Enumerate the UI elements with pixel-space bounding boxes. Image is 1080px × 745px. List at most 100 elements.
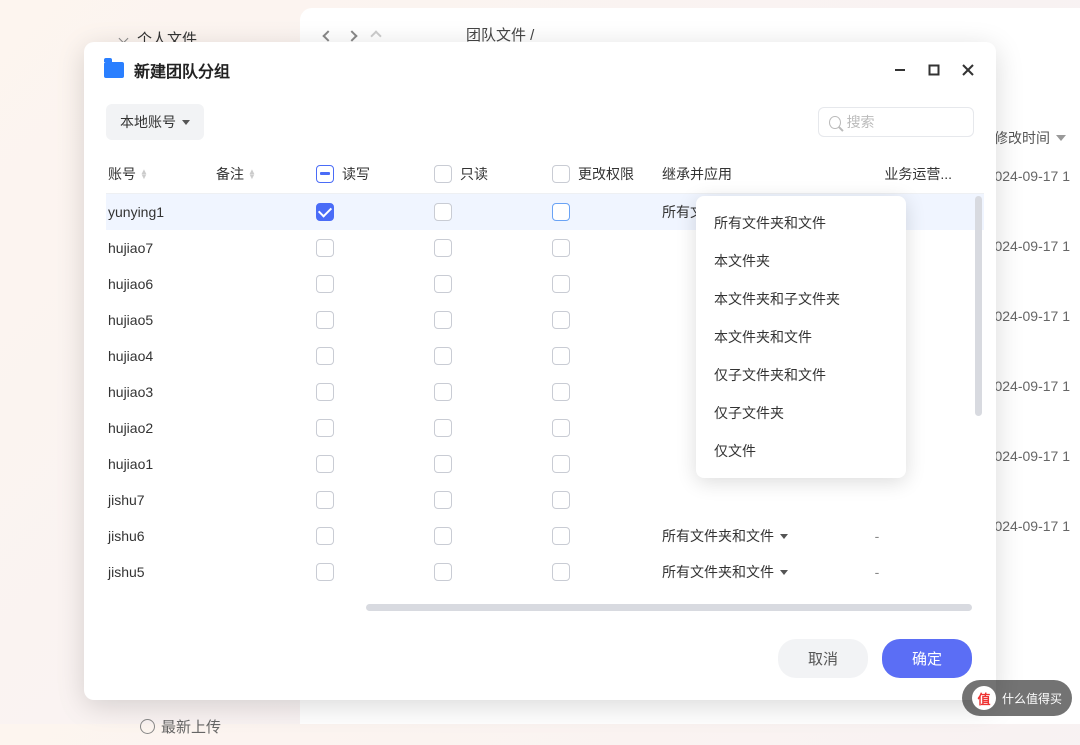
cell-business: - xyxy=(818,564,984,580)
column-label: 读写 xyxy=(342,164,370,184)
column-label: 只读 xyxy=(460,164,488,184)
column-header-read-write[interactable]: 读写 xyxy=(316,164,434,184)
minimize-button[interactable] xyxy=(892,62,908,78)
checkbox-chg[interactable] xyxy=(552,311,570,329)
checkbox-rw[interactable] xyxy=(316,383,334,401)
checkbox-ro[interactable] xyxy=(434,455,452,473)
arrow-left-icon xyxy=(322,30,333,41)
column-modified-time[interactable]: 修改时间 xyxy=(994,128,1066,148)
checkbox-rw[interactable] xyxy=(316,491,334,509)
column-label: 修改时间 xyxy=(994,128,1050,148)
checkbox-rw[interactable] xyxy=(316,239,334,257)
cell-inherit[interactable]: 所有文件夹和文件 xyxy=(646,562,818,582)
horizontal-scrollbar[interactable] xyxy=(366,604,972,611)
cell-business: - xyxy=(818,528,984,544)
checkbox-ro[interactable] xyxy=(434,491,452,509)
cancel-button[interactable]: 取消 xyxy=(778,639,868,678)
checkbox-ro[interactable] xyxy=(434,275,452,293)
inherit-value[interactable]: 所有文件夹和文件 xyxy=(662,526,774,546)
sidebar-item-recent-upload[interactable]: 最新上传 xyxy=(0,708,300,745)
column-header-account[interactable]: 账号 ▲▼ xyxy=(106,164,216,184)
watermark-icon: 值 xyxy=(972,686,996,710)
checkbox-chg[interactable] xyxy=(552,275,570,293)
cell-account: hujiao2 xyxy=(106,420,216,436)
modal-toolbar: 本地账号 xyxy=(84,96,996,154)
checkbox-chg[interactable] xyxy=(552,347,570,365)
checkbox-rw[interactable] xyxy=(316,275,334,293)
watermark: 值 什么值得买 xyxy=(962,680,1072,716)
checkbox-all-chg[interactable] xyxy=(552,165,570,183)
checkbox-chg[interactable] xyxy=(552,527,570,545)
checkbox-chg[interactable] xyxy=(552,563,570,581)
checkbox-all-ro[interactable] xyxy=(434,165,452,183)
column-header-change-perm[interactable]: 更改权限 xyxy=(552,164,646,184)
inherit-dropdown-menu: 所有文件夹和文件本文件夹本文件夹和子文件夹本文件夹和文件仅子文件夹和文件仅子文件… xyxy=(696,196,906,478)
caret-down-icon xyxy=(780,534,788,539)
checkbox-chg[interactable] xyxy=(552,383,570,401)
dropdown-item[interactable]: 本文件夹 xyxy=(696,242,906,280)
checkbox-ro[interactable] xyxy=(434,239,452,257)
ok-button[interactable]: 确定 xyxy=(882,639,972,678)
checkbox-rw[interactable] xyxy=(316,527,334,545)
search-icon xyxy=(829,116,841,129)
maximize-button[interactable] xyxy=(926,62,942,78)
inherit-value[interactable]: 所有文件夹和文件 xyxy=(662,562,774,582)
checkbox-ro[interactable] xyxy=(434,419,452,437)
checkbox-chg[interactable] xyxy=(552,491,570,509)
upload-icon xyxy=(140,719,155,734)
table-row[interactable]: jishu7 xyxy=(106,482,984,518)
file-date: 2024-09-17 1 xyxy=(987,448,1070,464)
search-box[interactable] xyxy=(818,107,974,137)
dropdown-item[interactable]: 所有文件夹和文件 xyxy=(696,204,906,242)
checkbox-ro[interactable] xyxy=(434,203,452,221)
column-label: 更改权限 xyxy=(578,164,634,184)
arrow-up-icon xyxy=(370,30,381,41)
account-type-dropdown[interactable]: 本地账号 xyxy=(106,104,204,140)
dropdown-item[interactable]: 仅文件 xyxy=(696,432,906,470)
file-date: 2024-09-17 1 xyxy=(987,238,1070,254)
search-input[interactable] xyxy=(847,114,963,130)
checkbox-rw[interactable] xyxy=(316,455,334,473)
cell-account: hujiao7 xyxy=(106,240,216,256)
dropdown-item[interactable]: 本文件夹和文件 xyxy=(696,318,906,356)
checkbox-chg[interactable] xyxy=(552,203,570,221)
checkbox-all-rw[interactable] xyxy=(316,165,334,183)
checkbox-chg[interactable] xyxy=(552,419,570,437)
modal-title: 新建团队分组 xyxy=(134,58,882,82)
column-header-inherit: 继承并应用 xyxy=(646,164,818,184)
sort-icon: ▲▼ xyxy=(140,169,148,179)
column-label: 账号 xyxy=(108,164,136,184)
column-header-remark[interactable]: 备注 ▲▼ xyxy=(216,164,316,184)
cell-account: jishu6 xyxy=(106,528,216,544)
checkbox-rw[interactable] xyxy=(316,203,334,221)
table-row[interactable]: jishu6 所有文件夹和文件 - xyxy=(106,518,984,554)
cell-account: hujiao4 xyxy=(106,348,216,364)
checkbox-chg[interactable] xyxy=(552,455,570,473)
bg-file-dates: 2024-09-17 1 2024-09-17 1 2024-09-17 1 2… xyxy=(987,168,1070,534)
table-row[interactable]: jishu5 所有文件夹和文件 - xyxy=(106,554,984,590)
column-label: 备注 xyxy=(216,164,244,184)
close-button[interactable] xyxy=(960,62,976,78)
checkbox-rw[interactable] xyxy=(316,347,334,365)
cell-account: hujiao6 xyxy=(106,276,216,292)
checkbox-ro[interactable] xyxy=(434,563,452,581)
checkbox-ro[interactable] xyxy=(434,311,452,329)
checkbox-chg[interactable] xyxy=(552,239,570,257)
checkbox-ro[interactable] xyxy=(434,527,452,545)
cell-inherit[interactable]: 所有文件夹和文件 xyxy=(646,526,818,546)
checkbox-rw[interactable] xyxy=(316,419,334,437)
column-header-read-only[interactable]: 只读 xyxy=(434,164,552,184)
caret-down-icon xyxy=(182,120,190,125)
dropdown-item[interactable]: 仅子文件夹和文件 xyxy=(696,356,906,394)
dropdown-item[interactable]: 本文件夹和子文件夹 xyxy=(696,280,906,318)
dropdown-item[interactable]: 仅子文件夹 xyxy=(696,394,906,432)
vertical-scrollbar[interactable] xyxy=(975,196,982,416)
checkbox-rw[interactable] xyxy=(316,563,334,581)
sort-icon: ▲▼ xyxy=(248,169,256,179)
checkbox-ro[interactable] xyxy=(434,383,452,401)
checkbox-ro[interactable] xyxy=(434,347,452,365)
checkbox-rw[interactable] xyxy=(316,311,334,329)
file-date: 2024-09-17 1 xyxy=(987,168,1070,184)
column-label: 业务运营... xyxy=(884,166,952,182)
chevron-down-icon xyxy=(1056,135,1066,141)
